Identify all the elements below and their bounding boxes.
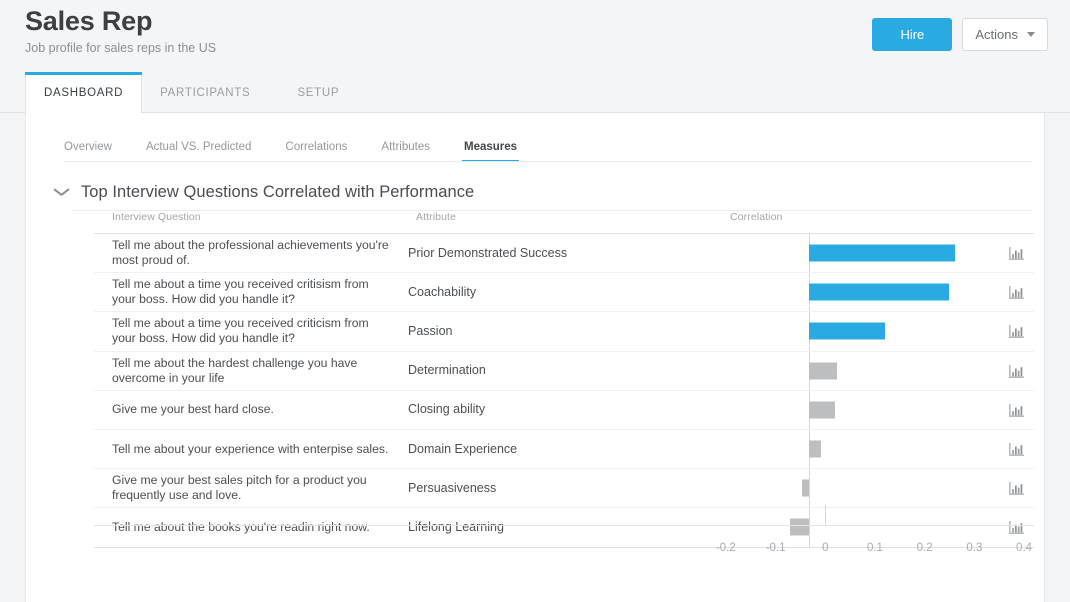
primary-tabs-bar: DASHBOARD PARTICIPANTS SETUP: [0, 72, 1070, 114]
zero-reference-line: [809, 469, 811, 508]
sub-tabs: Overview Actual VS. Predicted Correlations…: [64, 130, 551, 162]
tab-label: SETUP: [297, 86, 340, 99]
table-row[interactable]: Tell me about the professional achieveme…: [94, 234, 1034, 274]
table-row[interactable]: Tell me about the hardest challenge you …: [94, 351, 1034, 391]
page-subtitle: Job profile for sales reps in the US: [25, 41, 217, 55]
subtab-correlations[interactable]: Correlations: [285, 141, 347, 162]
app-root: Sales Rep Job profile for sales reps in …: [0, 0, 1070, 602]
cell-interview-question: Give me your best hard close.: [112, 402, 274, 417]
correlation-plot: [690, 312, 1018, 351]
section-header[interactable]: Top Interview Questions Correlated with …: [54, 183, 474, 202]
tab-participants[interactable]: PARTICIPANTS: [142, 72, 268, 113]
table-row[interactable]: Give me your best sales pitch for a prod…: [94, 469, 1034, 509]
cell-attribute: Persuasiveness: [408, 480, 497, 495]
cell-attribute: Passion: [408, 323, 453, 338]
cell-correlation: [690, 312, 1009, 351]
actions-button[interactable]: Actions: [962, 18, 1048, 51]
subtab-attributes[interactable]: Attributes: [381, 141, 430, 162]
section-title: Top Interview Questions Correlated with …: [81, 183, 475, 201]
axis-tick-label: -0.2: [715, 542, 736, 554]
cell-attribute: Coachability: [408, 284, 477, 299]
column-header-correlation: Correlation: [730, 211, 783, 223]
axis-line: [94, 525, 1034, 526]
subtab-actual-vs-predicted[interactable]: Actual VS. Predicted: [146, 141, 251, 162]
table-row[interactable]: Tell me about a time you received critis…: [94, 273, 1034, 313]
correlation-plot: [690, 429, 1018, 469]
tab-label: DASHBOARD: [44, 86, 124, 99]
axis-tick-label: 0.4: [1016, 542, 1033, 554]
cell-interview-question: Give me your best sales pitch for a prod…: [112, 473, 367, 503]
subtab-label: Measures: [464, 141, 518, 153]
column-header-interview-question: Interview Question: [112, 211, 201, 223]
table-header-row: Interview Question Attribute Correlation: [94, 211, 1034, 233]
axis-tick-label: 0.2: [916, 542, 933, 554]
actions-button-label: Actions: [975, 27, 1018, 42]
cell-interview-question: Tell me about the hardest challenge you …: [112, 355, 358, 385]
title-block: Sales Rep Job profile for sales reps in …: [25, 5, 216, 56]
zero-reference-line-extension: [825, 505, 827, 525]
correlation-plot: [690, 351, 1018, 390]
subtab-overview[interactable]: Overview: [64, 141, 112, 162]
correlation-plot: [690, 234, 1018, 273]
tab-setup[interactable]: SETUP: [268, 72, 368, 113]
axis-tick-label: 0.3: [966, 542, 983, 554]
axis-tick-label: -0.1: [765, 542, 786, 554]
cell-interview-question: Tell me about a time you received critis…: [112, 277, 369, 307]
tab-label: PARTICIPANTS: [160, 86, 251, 99]
cell-attribute: Closing ability: [408, 402, 486, 417]
subtab-label: Overview: [64, 141, 112, 153]
primary-tabs: DASHBOARD PARTICIPANTS SETUP: [25, 72, 368, 114]
subtab-label: Correlations: [285, 141, 348, 153]
cell-correlation: [690, 273, 1009, 312]
subtab-label: Attributes: [381, 141, 430, 153]
correlation-bar: [809, 283, 949, 301]
cell-correlation: [690, 429, 1009, 469]
cell-attribute: Domain Experience: [408, 441, 518, 456]
table-row[interactable]: Give me your best hard close. Closing abi…: [94, 390, 1034, 430]
chevron-down-icon[interactable]: [54, 188, 69, 197]
measures-table: Interview Question Attribute Correlation…: [94, 211, 1034, 548]
correlation-plot: [690, 390, 1018, 429]
correlation-bar: [809, 362, 838, 380]
content-card: Overview Actual VS. Predicted Correlations…: [25, 113, 1045, 602]
column-header-attribute: Attribute: [416, 211, 457, 223]
header-actions: Hire Actions: [872, 18, 1048, 51]
page-title: Sales Rep: [25, 6, 153, 36]
tab-dashboard[interactable]: DASHBOARD: [25, 72, 143, 114]
table-row[interactable]: Tell me about a time you received critic…: [94, 312, 1034, 352]
correlation-bar: [809, 244, 955, 262]
cell-correlation: [690, 469, 1009, 508]
correlation-bar: [802, 479, 810, 497]
correlation-bar: [809, 322, 885, 340]
chevron-down-icon: [1027, 32, 1035, 37]
cell-correlation: [690, 234, 1009, 273]
subtab-label: Actual VS. Predicted: [145, 141, 252, 153]
axis-tick-label: 0.1: [866, 542, 883, 554]
cell-attribute: Determination: [408, 363, 486, 378]
table-row[interactable]: Tell me about your experience with enter…: [94, 429, 1034, 470]
cell-interview-question: Tell me about the professional achieveme…: [112, 238, 389, 268]
cell-correlation: [690, 351, 1009, 390]
cell-interview-question: Tell me about a time you received critic…: [112, 316, 369, 346]
chart-x-axis: -0.2 -0.1 0 0.1 0.2 0.3 0.4: [94, 505, 1034, 585]
correlation-bar: [809, 440, 821, 458]
axis-tick-label: 0: [822, 542, 829, 554]
hire-button[interactable]: Hire: [872, 18, 953, 51]
cell-interview-question: Tell me about your experience with enter…: [112, 441, 389, 456]
correlation-plot: [690, 469, 1018, 508]
page-header: Sales Rep Job profile for sales reps in …: [0, 0, 1070, 72]
correlation-bar: [809, 401, 835, 419]
cell-attribute: Prior Demonstrated Success: [408, 245, 568, 260]
table-body: Tell me about the professional achieveme…: [94, 234, 1034, 548]
correlation-plot: [690, 273, 1018, 312]
cell-correlation: [690, 390, 1009, 429]
subtab-measures[interactable]: Measures: [461, 141, 520, 162]
sub-tabs-divider: [64, 161, 1032, 162]
